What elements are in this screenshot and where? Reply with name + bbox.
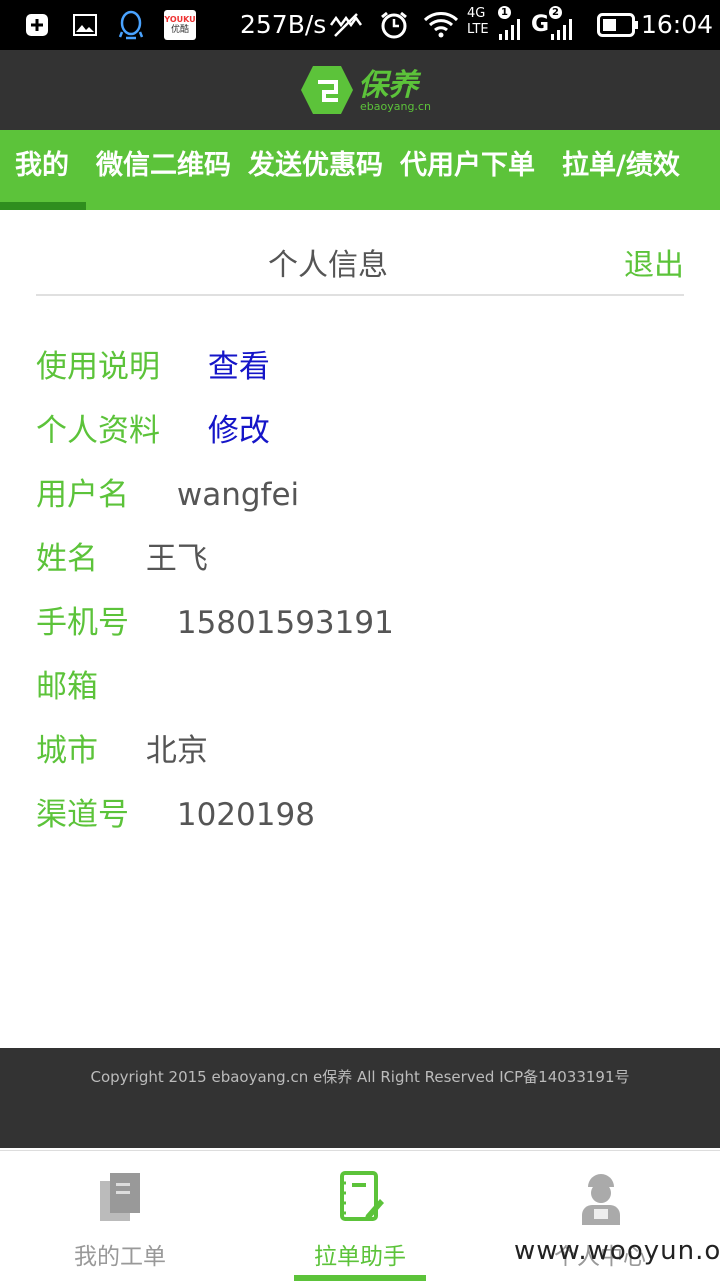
tab-wechat-qrcode[interactable]: 微信二维码	[96, 130, 231, 210]
top-tab-bar: 我的 微信二维码 发送优惠码 代用户下单 拉单/绩效	[0, 130, 720, 210]
username-row: 用户名 wangfei	[36, 473, 299, 517]
city-label: 城市	[36, 733, 98, 769]
logo-text: 保养	[358, 68, 418, 103]
network-speed: 257B/s	[240, 10, 327, 39]
signal-icon-2	[549, 14, 577, 44]
manual-row: 使用说明 查看	[36, 345, 270, 389]
nav-my-orders[interactable]: 我的工单	[0, 1151, 240, 1281]
status-bar: YOUKU 优酷 257B/s 4G LTE 1 G 2 16:04	[0, 0, 720, 50]
phone-row: 手机号 15801593191	[36, 601, 394, 645]
name-value: 王飞	[145, 541, 208, 577]
channel-row: 渠道号 1020198	[36, 793, 315, 837]
tab-send-coupon[interactable]: 发送优惠码	[248, 130, 383, 210]
logout-button[interactable]: 退出	[624, 240, 684, 284]
page-title: 个人信息	[268, 248, 388, 283]
watermark: www.wooyun.org	[514, 1236, 720, 1266]
network-g: G	[531, 12, 550, 37]
wifi-icon	[422, 10, 460, 40]
active-nav-indicator	[294, 1275, 426, 1281]
nav-my-orders-label: 我的工单	[74, 1244, 166, 1270]
battery-icon	[596, 10, 640, 40]
logo-subtext: ebaoyang.cn	[360, 100, 431, 113]
phone-value: 15801593191	[176, 605, 394, 641]
network-4g: 4G	[467, 6, 486, 21]
page-footer: Copyright 2015 ebaoyang.cn e保养 All Right…	[0, 1048, 720, 1148]
section-header: 个人信息 退出	[36, 226, 684, 296]
view-manual-link[interactable]: 查看	[208, 349, 270, 385]
name-row: 姓名 王飞	[36, 537, 208, 581]
active-tab-indicator	[0, 202, 86, 210]
youku-subtext: 优酷	[170, 24, 189, 35]
add-notification-icon	[24, 10, 50, 40]
network-lte: LTE	[467, 22, 489, 37]
city-row: 城市 北京	[36, 729, 208, 773]
username-value: wangfei	[176, 477, 300, 513]
muted-icon	[328, 10, 364, 40]
manual-label: 使用说明	[36, 349, 160, 385]
name-label: 姓名	[36, 541, 98, 577]
youku-icon: YOUKU 优酷	[164, 10, 196, 40]
document-icon	[100, 1173, 140, 1221]
email-label: 邮箱	[36, 669, 98, 705]
notebook-pen-icon	[340, 1171, 384, 1221]
nav-order-assistant[interactable]: 拉单助手	[240, 1151, 480, 1281]
qq-icon	[116, 10, 146, 40]
nav-order-assistant-label: 拉单助手	[314, 1244, 406, 1270]
phone-label: 手机号	[36, 605, 129, 641]
clock: 16:04	[641, 10, 714, 39]
channel-label: 渠道号	[36, 797, 129, 833]
username-label: 用户名	[36, 477, 129, 513]
logo[interactable]: 保养 ebaoyang.cn	[298, 58, 431, 122]
profile-label: 个人资料	[36, 413, 160, 449]
youku-text: YOUKU	[164, 14, 196, 24]
alarm-icon	[378, 10, 410, 40]
gallery-icon	[72, 10, 98, 40]
tab-orders-performance[interactable]: 拉单/绩效	[562, 130, 680, 210]
edit-profile-link[interactable]: 修改	[208, 413, 270, 449]
tab-order-for-user[interactable]: 代用户下单	[400, 130, 535, 210]
worker-icon	[582, 1174, 620, 1225]
copyright-text: Copyright 2015 ebaoyang.cn e保养 All Right…	[90, 1068, 630, 1086]
tab-mine[interactable]: 我的	[15, 130, 69, 210]
channel-value: 1020198	[176, 797, 315, 833]
signal-icon-1	[497, 14, 525, 44]
app-header: 保养 ebaoyang.cn	[0, 50, 720, 130]
city-value: 北京	[145, 733, 208, 769]
profile-row: 个人资料 修改	[36, 409, 270, 453]
email-row: 邮箱	[36, 665, 98, 709]
